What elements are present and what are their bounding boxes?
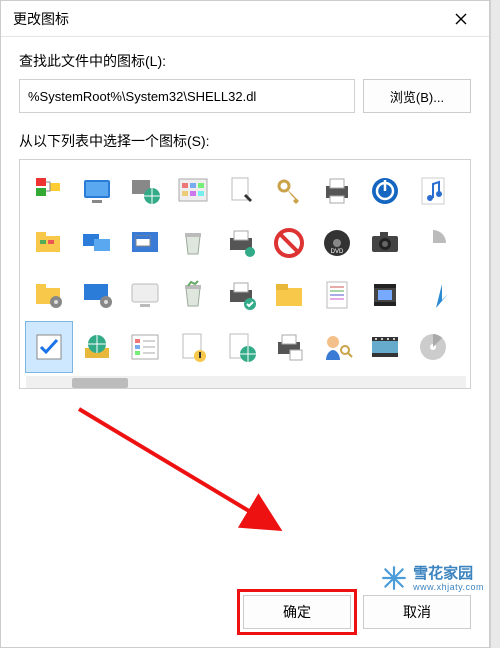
annotation-arrow	[69, 399, 349, 549]
globe-page-icon[interactable]	[218, 322, 264, 372]
path-row: 浏览(B)...	[19, 79, 471, 113]
globe-box-icon[interactable]	[74, 322, 120, 372]
recycle-full-icon[interactable]	[170, 270, 216, 320]
list-document-icon[interactable]	[314, 270, 360, 320]
power-icon[interactable]	[362, 166, 408, 216]
dialog-title: 更改图标	[9, 9, 441, 29]
settings-tree-icon[interactable]	[26, 166, 72, 216]
network-globe-icon[interactable]	[122, 166, 168, 216]
dual-monitor-icon[interactable]	[74, 218, 120, 268]
folder-yellow-icon[interactable]	[266, 270, 312, 320]
dvd-disc-icon[interactable]: DVD	[314, 218, 360, 268]
camera-icon[interactable]	[362, 218, 408, 268]
music-note-icon[interactable]	[410, 166, 456, 216]
look-in-label: 查找此文件中的图标(L):	[19, 51, 471, 71]
scrollbar-thumb[interactable]	[72, 378, 128, 388]
icon-list-box: DVD	[19, 159, 471, 389]
partial-disc-icon[interactable]	[410, 218, 456, 268]
recycle-empty-icon[interactable]	[170, 218, 216, 268]
download-arrow-icon[interactable]	[410, 270, 456, 320]
icon-grid: DVD	[26, 166, 466, 372]
film-clip-icon[interactable]	[362, 270, 408, 320]
monitor-gear-icon[interactable]	[74, 270, 120, 320]
button-row: 确定 取消	[1, 585, 489, 647]
monitor-blank-icon[interactable]	[122, 270, 168, 320]
monitor-icon[interactable]	[74, 166, 120, 216]
change-icon-dialog: 更改图标 查找此文件中的图标(L): 浏览(B)... 从以下列表中选择一个图标…	[0, 0, 490, 648]
dialog-content: 查找此文件中的图标(L): 浏览(B)... 从以下列表中选择一个图标(S): …	[1, 37, 489, 585]
titlebar: 更改图标	[1, 1, 489, 37]
printer-icon[interactable]	[314, 166, 360, 216]
keys-icon[interactable]	[266, 166, 312, 216]
icon-scrollbar[interactable]	[26, 376, 466, 389]
browse-button[interactable]: 浏览(B)...	[363, 79, 471, 113]
disc-gray-icon[interactable]	[410, 322, 456, 372]
list-apps-icon[interactable]	[122, 322, 168, 372]
folder-gear-icon[interactable]	[26, 270, 72, 320]
icon-path-input[interactable]	[19, 79, 355, 113]
cancel-button[interactable]: 取消	[363, 595, 471, 629]
desktop-window-icon[interactable]	[122, 218, 168, 268]
printer-ok-icon[interactable]	[218, 270, 264, 320]
document-cursor-icon[interactable]	[218, 166, 264, 216]
printer-page-icon[interactable]	[266, 322, 312, 372]
close-button[interactable]	[441, 5, 481, 33]
page-touch-icon[interactable]	[170, 322, 216, 372]
no-entry-icon[interactable]	[266, 218, 312, 268]
user-key-icon[interactable]	[314, 322, 360, 372]
svg-text:DVD: DVD	[331, 249, 344, 255]
select-icon-label: 从以下列表中选择一个图标(S):	[19, 131, 471, 151]
ok-button[interactable]: 确定	[243, 595, 351, 629]
printer-network-icon[interactable]	[218, 218, 264, 268]
background-strip	[490, 0, 500, 648]
control-panel-icon[interactable]	[170, 166, 216, 216]
folder-tree-icon[interactable]	[26, 218, 72, 268]
spacer	[19, 389, 471, 575]
checkbox-checked-icon[interactable]	[26, 322, 72, 372]
close-icon	[455, 13, 467, 25]
film-frames-icon[interactable]	[362, 322, 408, 372]
